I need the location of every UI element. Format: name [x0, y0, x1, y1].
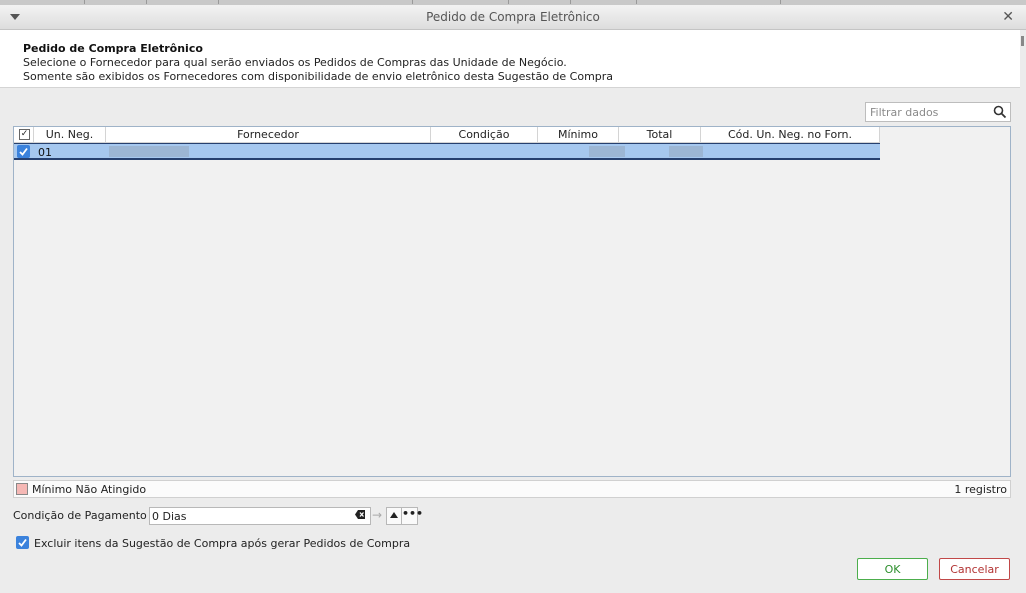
- cell-un-neg: 01: [38, 146, 52, 159]
- legend-label: Mínimo Não Atingido: [32, 483, 147, 496]
- triangle-up-icon[interactable]: [386, 507, 402, 525]
- legend-status-bar: Mínimo Não Atingido 1 registro: [13, 480, 1011, 498]
- record-count: 1 registro: [954, 483, 1007, 496]
- cell-total-redacted: [669, 146, 703, 157]
- header-title: Pedido de Compra Eletrônico: [23, 42, 203, 55]
- column-condicao[interactable]: Condição: [431, 127, 538, 142]
- payment-condition-value[interactable]: 0 Dias: [152, 510, 187, 523]
- dialog-header: Pedido de Compra Eletrônico Selecione o …: [0, 30, 1020, 88]
- search-icon[interactable]: [993, 105, 1007, 119]
- payment-condition-label: Condição de Pagamento: [13, 509, 147, 522]
- window-title: Pedido de Compra Eletrônico: [426, 10, 600, 24]
- table-row[interactable]: 01: [14, 143, 880, 160]
- header-scrollbar[interactable]: [1021, 36, 1024, 46]
- select-all-checkbox[interactable]: ✓: [19, 129, 30, 140]
- cell-fornecedor-redacted: [109, 146, 189, 157]
- cancel-button[interactable]: Cancelar: [939, 558, 1010, 580]
- row-checkbox[interactable]: [17, 145, 30, 158]
- window-titlebar: Pedido de Compra Eletrônico ✕: [0, 5, 1026, 30]
- clear-icon[interactable]: [355, 509, 366, 520]
- column-cod-un-neg-forn[interactable]: Cód. Un. Neg. no Forn.: [701, 127, 880, 142]
- column-fornecedor[interactable]: Fornecedor: [106, 127, 431, 142]
- legend-swatch: [16, 483, 28, 495]
- header-description-1: Selecione o Fornecedor para qual serão e…: [23, 56, 567, 69]
- payment-condition-input[interactable]: 0 Dias: [149, 507, 371, 525]
- header-description-2: Somente são exibidos os Fornecedores com…: [23, 70, 614, 83]
- column-total[interactable]: Total: [619, 127, 701, 142]
- ok-button[interactable]: OK: [857, 558, 928, 580]
- filter-search-box[interactable]: Filtrar dados: [865, 102, 1011, 122]
- arrow-right-icon[interactable]: →: [370, 507, 384, 523]
- supplier-grid[interactable]: ✓ Un. Neg. Fornecedor Condição Mínimo To…: [13, 126, 1011, 477]
- exclude-items-label[interactable]: Excluir itens da Sugestão de Compra após…: [34, 537, 410, 550]
- select-all-column[interactable]: ✓: [14, 127, 34, 142]
- more-options-icon[interactable]: •••: [401, 507, 423, 525]
- close-icon[interactable]: ✕: [1002, 9, 1014, 25]
- exclude-items-checkbox[interactable]: [16, 536, 29, 549]
- column-minimo[interactable]: Mínimo: [538, 127, 619, 142]
- grid-header: ✓ Un. Neg. Fornecedor Condição Mínimo To…: [14, 127, 880, 143]
- column-un-neg[interactable]: Un. Neg.: [34, 127, 106, 142]
- search-placeholder[interactable]: Filtrar dados: [870, 106, 938, 119]
- cell-minimo-redacted: [589, 146, 625, 157]
